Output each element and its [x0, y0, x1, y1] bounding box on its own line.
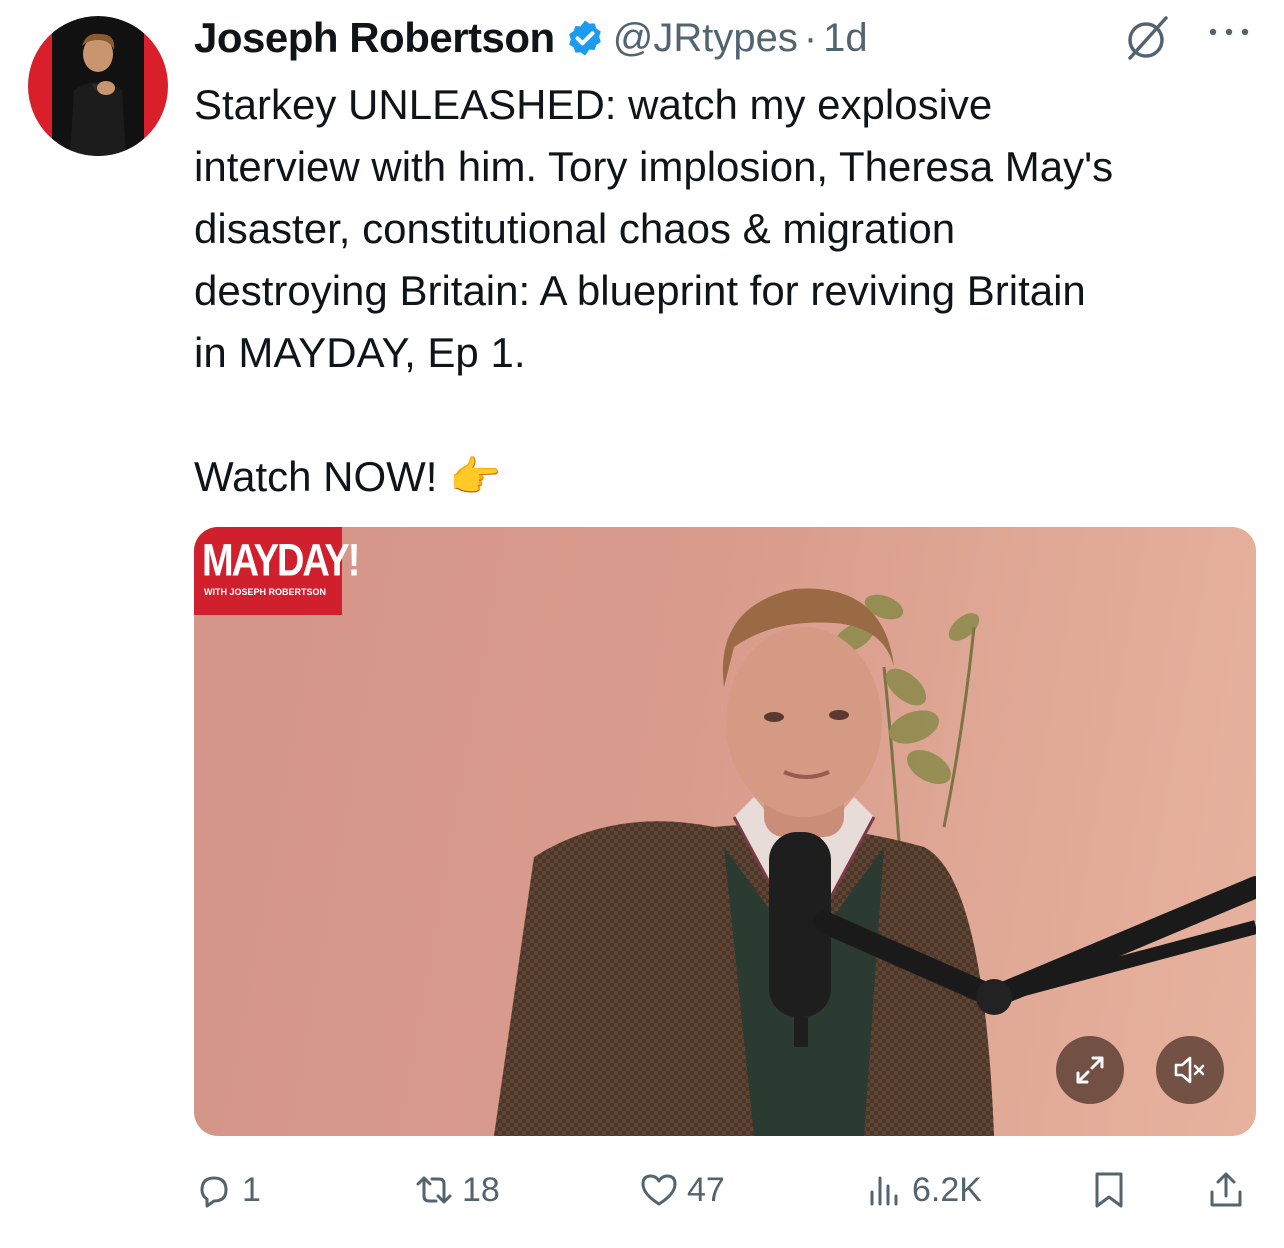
tweet-text: Starkey UNLEASHED: watch my explosive in… [194, 81, 1114, 500]
separator-dot: · [803, 15, 818, 60]
share-button[interactable] [1206, 1160, 1246, 1220]
author-name[interactable]: Joseph Robertson [194, 14, 555, 62]
more-options-icon[interactable] [1206, 22, 1252, 42]
like-button[interactable]: 47 [639, 1160, 725, 1220]
bookmark-icon [1095, 1172, 1123, 1208]
repost-count: 18 [462, 1170, 500, 1209]
like-icon [641, 1174, 677, 1206]
author-handle[interactable]: @JRtypes [613, 16, 798, 61]
mayday-logo: MAYDAY! WITH JOSEPH ROBERTSON [194, 527, 360, 615]
repost-icon [416, 1176, 452, 1204]
views-icon [870, 1176, 898, 1206]
grok-icon[interactable] [1122, 12, 1174, 64]
expand-button[interactable] [1056, 1036, 1124, 1104]
reply-button[interactable]: 1 [194, 1160, 261, 1220]
post-time[interactable]: 1d [823, 16, 868, 61]
views-count: 6.2K [912, 1170, 982, 1209]
views-button[interactable]: 6.2K [864, 1160, 982, 1220]
reply-icon [200, 1176, 228, 1208]
expand-icon [1076, 1056, 1104, 1084]
video-player[interactable]: MAYDAY! WITH JOSEPH ROBERTSON [194, 527, 1256, 1136]
action-bar: 1 18 47 6.2K [194, 1160, 1256, 1220]
logo-title: MAYDAY! [202, 535, 360, 587]
avatar[interactable] [28, 16, 168, 156]
like-count: 47 [687, 1170, 725, 1209]
reply-count: 1 [242, 1170, 261, 1209]
logo-subtitle: WITH JOSEPH ROBERTSON [204, 587, 327, 597]
mute-button[interactable] [1156, 1036, 1224, 1104]
verified-badge-icon [568, 20, 601, 56]
repost-button[interactable]: 18 [414, 1160, 500, 1220]
avatar-photo [70, 33, 126, 156]
tweet-header: Joseph Robertson @JRtypes · 1d [194, 10, 1264, 66]
bookmark-button[interactable] [1089, 1160, 1129, 1220]
mute-icon [1174, 1056, 1205, 1084]
share-icon [1210, 1172, 1242, 1207]
